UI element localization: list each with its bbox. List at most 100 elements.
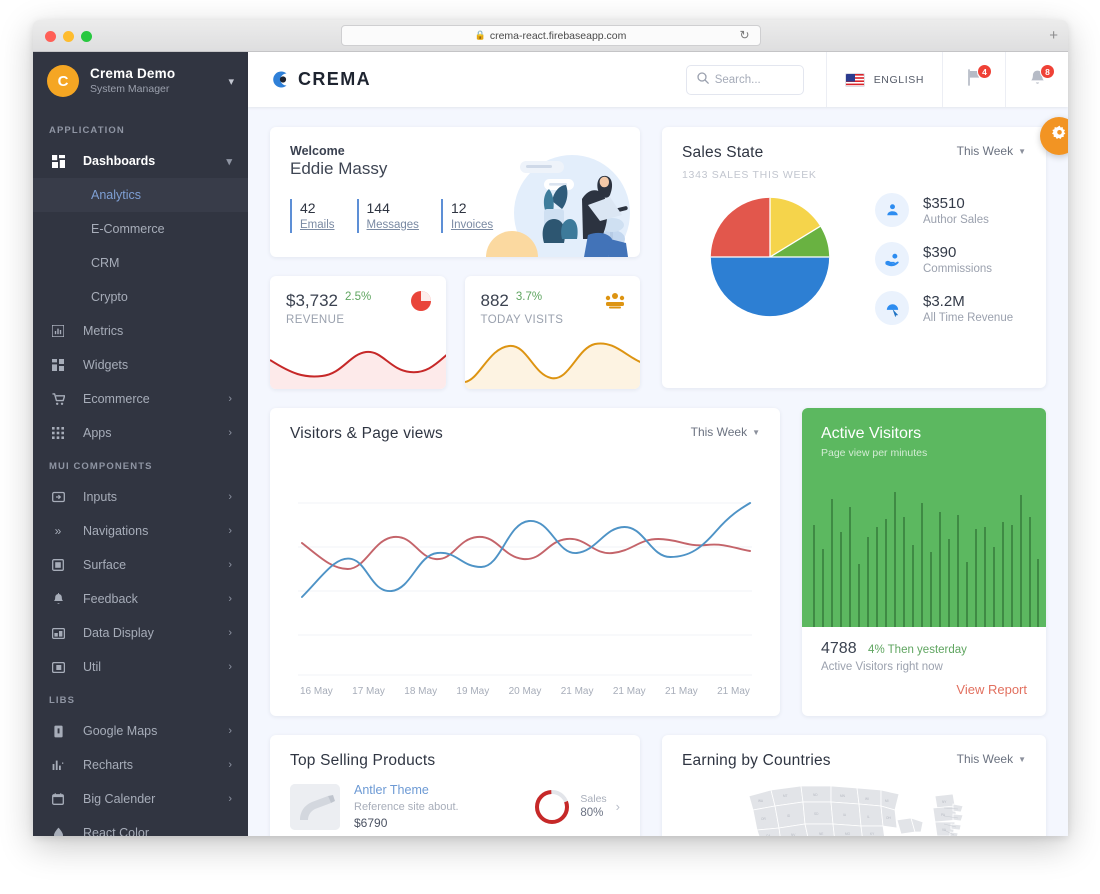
product-price: $6790 [354,815,388,830]
sales-metric-amount: $3510 [923,195,965,213]
sidebar-item-metrics[interactable]: Metrics [33,314,248,348]
active-visitors-subtitle: Page view per minutes [821,447,928,459]
welcome-stat-label[interactable]: Messages [367,218,419,234]
today-visits-sparkline [464,342,640,389]
main-area: CREMA Search... ENGLISH 4 8 Welcome Eddi… [248,52,1068,836]
chevron-down-icon: ▼ [1018,754,1026,764]
usa-map[interactable]: WAMT ND MNWI MI ORID SD IA IL OH CA NV NE MO KYN… [739,780,969,836]
window-traffic-lights[interactable] [45,31,92,42]
close-window-button[interactable] [45,31,56,42]
svg-text:MI: MI [885,799,889,803]
dashboard-row-3: Top Selling Products Antler Theme Refere… [270,735,1046,836]
top-products-title: Top Selling Products [290,752,436,769]
sidebar-item-util[interactable]: Util › [33,650,248,684]
search-box[interactable] [685,64,804,95]
sidebar-profile[interactable]: C Crema Demo System Manager ▾ [33,52,248,110]
chevron-down-icon[interactable]: ▾ [228,75,234,88]
x-tick-label: 21 May [560,686,594,697]
view-report-link[interactable]: View Report [821,682,1027,697]
chevron-right-icon[interactable]: › [228,593,232,605]
chevron-right-icon[interactable]: › [616,799,620,814]
visitors-title: Visitors & Page views [290,425,443,442]
countries-title: Earning by Countries [682,752,831,769]
sidebar-item-navigations[interactable]: » Navigations › [33,514,248,548]
sidebar-item-crm[interactable]: CRM [33,246,248,280]
bell-icon [49,592,67,606]
util-icon [49,661,67,673]
sidebar-item-feedback[interactable]: Feedback › [33,582,248,616]
plus-icon[interactable]: + [1049,28,1058,43]
address-bar[interactable]: 🔒 crema-react.firebaseapp.com ↻ [340,25,761,46]
list-item[interactable]: Antler Theme Reference site about. $6790 [290,782,620,832]
language-selector[interactable]: ENGLISH [825,52,942,107]
chevron-down-icon: ▼ [752,427,760,437]
sales-metric-all-time-revenue: $3.2M All Time Revenue [875,291,1026,325]
svg-text:WA: WA [758,799,764,803]
sidebar-item-ecommerce[interactable]: Ecommerce › [33,382,248,416]
notifications-badge: 8 [1040,64,1055,79]
search-icon [697,72,709,87]
sidebar-item-react-color[interactable]: React Color [33,816,248,836]
sidebar-item-recharts[interactable]: Recharts › [33,748,248,782]
sales-metric-commissions: $390 Commissions [875,242,1026,276]
svg-text:MO: MO [845,832,851,836]
chevron-right-icon[interactable]: › [228,559,232,571]
sidebar-item-ecommerce-dash[interactable]: E-Commerce [33,212,248,246]
product-description: Reference site about. [354,800,459,813]
product-name-link[interactable]: Antler Theme [354,782,519,800]
sidebar-item-widgets[interactable]: Widgets [33,348,248,382]
sidebar-item-dashboards[interactable]: Dashboards ▾ [33,144,248,178]
chevron-right-icon[interactable]: › [228,627,232,639]
messages-flag-button[interactable]: 4 [942,52,1005,107]
sidebar-item-google-maps[interactable]: Google Maps › [33,714,248,748]
welcome-stat-messages[interactable]: 144 Messages [356,199,419,234]
chevron-down-icon[interactable]: ▾ [226,155,232,168]
crema-c-icon [270,69,291,90]
chevron-right-icon[interactable]: › [228,759,232,771]
sidebar-subitem-label: CRM [91,256,120,270]
sales-metric-name: Commissions [923,262,993,275]
svg-text:NE: NE [819,832,823,836]
chevron-right-icon[interactable]: › [228,525,232,537]
sidebar-item-crypto[interactable]: Crypto [33,280,248,314]
sidebar-item-data-display[interactable]: Data Display › [33,616,248,650]
chevron-right-icon[interactable]: › [228,491,232,503]
svg-text:SD: SD [814,812,819,816]
sidebar-item-label: Recharts [83,758,134,772]
sidebar-item-inputs[interactable]: Inputs › [33,480,248,514]
dashboard-grid-icon [49,154,67,168]
maximize-window-button[interactable] [81,31,92,42]
visitors-line-chart [290,451,760,684]
input-icon [49,491,67,503]
chevron-right-icon[interactable]: › [228,793,232,805]
chevron-right-icon[interactable]: › [228,393,232,405]
search-input[interactable] [714,73,793,86]
chevron-right-icon[interactable]: › [228,427,232,439]
active-visitors-card: Active Visitors Page view per minutes 47… [802,408,1046,716]
minimize-window-button[interactable] [63,31,74,42]
sidebar-item-apps[interactable]: Apps › [33,416,248,450]
welcome-stat-emails[interactable]: 42 Emails [290,199,335,234]
sales-metric-amount: $3.2M [923,293,965,311]
chevron-right-icon[interactable]: › [228,661,232,673]
period-label: This Week [690,425,748,439]
x-tick-label: 17 May [352,686,385,697]
sidebar-item-surface[interactable]: Surface › [33,548,248,582]
countries-period-selector[interactable]: This Week ▼ [957,752,1026,766]
people-icon [875,193,909,227]
reload-icon[interactable]: ↻ [740,29,753,42]
sales-metrics-list: $3510 Author Sales $390 Commissions $3.2… [875,189,1026,325]
sidebar-item-analytics[interactable]: Analytics [33,178,248,212]
sidebar-item-big-calender[interactable]: Big Calender › [33,782,248,816]
sales-state-card: Sales State 1343 SALES THIS WEEK This We… [662,127,1046,388]
sales-state-period-selector[interactable]: This Week ▼ [957,144,1026,158]
welcome-stat-label[interactable]: Emails [300,218,335,234]
notifications-button[interactable]: 8 [1005,52,1068,107]
visitors-period-selector[interactable]: This Week ▼ [691,425,760,439]
data-display-icon [49,627,67,639]
sidebar: C Crema Demo System Manager ▾ APPLICATIO… [33,52,248,836]
welcome-stat-value: 42 [300,200,316,216]
app-logo[interactable]: CREMA [248,69,371,90]
language-label: ENGLISH [873,73,924,86]
chevron-right-icon[interactable]: › [228,725,232,737]
